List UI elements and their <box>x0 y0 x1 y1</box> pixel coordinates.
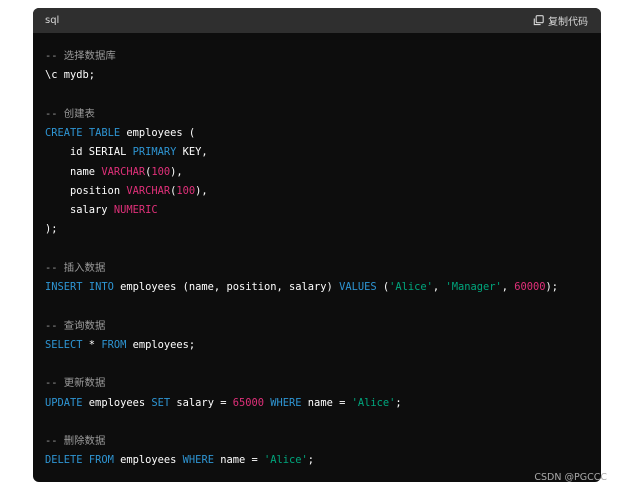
language-label: sql <box>45 15 60 26</box>
code-line: id SERIAL PRIMARY KEY, <box>45 143 589 162</box>
code-token-plain: * <box>82 338 102 351</box>
code-token-string: 'Alice' <box>389 281 433 293</box>
code-line: CREATE TABLE employees ( <box>45 124 589 143</box>
code-token-plain: KEY, <box>176 146 208 159</box>
code-token-plain: employees <box>82 396 152 409</box>
code-token-keyword: SET <box>151 396 171 409</box>
code-token-type: VARCHAR <box>126 184 171 197</box>
code-token-plain: name = <box>213 454 264 467</box>
copy-code-label: 复制代码 <box>548 17 588 28</box>
code-line: -- 选择数据库 <box>45 47 589 66</box>
code-token-plain: ); <box>545 281 559 293</box>
code-token-plain: employees; <box>126 338 196 351</box>
code-token-type: NUMERIC <box>113 204 158 216</box>
code-token-string: 'Alice' <box>264 454 308 467</box>
code-token-keyword: CREATE <box>45 127 83 139</box>
code-token-plain: id SERIAL <box>45 146 133 159</box>
code-token-comment: -- 更新数据 <box>45 377 106 390</box>
code-token-keyword: DELETE <box>45 454 83 467</box>
code-header: sql 复制代码 <box>33 8 601 33</box>
code-line: -- 创建表 <box>45 105 589 124</box>
code-token-plain: ), <box>170 165 183 178</box>
csdn-watermark: CSDN @PGCCC <box>534 472 607 483</box>
code-token-plain: ( <box>376 281 390 293</box>
code-line: \c mydb; <box>45 66 589 85</box>
code-line: -- 删除数据 <box>45 432 589 451</box>
code-token-comment: -- 删除数据 <box>45 435 106 447</box>
code-token-plain: \c mydb; <box>45 69 96 82</box>
code-token-plain: employees ( <box>120 127 196 139</box>
code-line: INSERT INTO employees (name, position, s… <box>45 278 589 297</box>
code-token-plain: ; <box>307 454 315 467</box>
code-token-keyword: FROM <box>101 338 127 351</box>
code-token-keyword: INTO <box>88 281 114 293</box>
code-line: -- 插入数据 <box>45 259 589 278</box>
code-token-number: 100 <box>176 184 196 197</box>
code-token-comment: -- 创建表 <box>45 107 95 120</box>
code-token-keyword: UPDATE <box>45 396 83 409</box>
code-token-plain: name = <box>301 396 352 409</box>
code-line: -- 查询数据 <box>45 317 589 336</box>
code-token-plain: ); <box>45 223 58 236</box>
code-token-plain: ; <box>395 396 402 409</box>
code-token-keyword: WHERE <box>182 454 214 467</box>
code-line: DELETE FROM employees WHERE name = 'Alic… <box>45 451 589 470</box>
code-line: UPDATE employees SET salary = 65000 WHER… <box>45 394 589 413</box>
code-token-number: 65000 <box>232 396 264 409</box>
code-token-plain: salary = <box>170 396 233 409</box>
code-line: position VARCHAR(100), <box>45 182 589 201</box>
code-token-plain: ), <box>195 184 208 197</box>
code-token-comment: -- 查询数据 <box>45 319 106 332</box>
code-token-keyword: SELECT <box>45 338 83 351</box>
code-token-plain: employees (name, position, salary) <box>113 281 340 293</box>
code-line: salary NUMERIC <box>45 201 589 220</box>
code-token-comment: -- 选择数据库 <box>45 50 116 62</box>
code-token-plain: , <box>501 281 515 293</box>
code-token-keyword: INSERT <box>45 281 83 293</box>
copy-icon <box>533 15 544 26</box>
code-token-keyword: TABLE <box>88 127 121 139</box>
code-token-plain: salary <box>45 204 114 216</box>
code-content[interactable]: -- 选择数据库 \c mydb; -- 创建表 CREATE TABLE emplo… <box>33 33 601 471</box>
code-line: SELECT * FROM employees; <box>45 336 589 355</box>
code-token-number: 60000 <box>514 281 546 293</box>
code-token-plain: , <box>432 281 446 293</box>
code-line: ); <box>45 220 589 239</box>
code-block: sql 复制代码 -- 选择数据库 \c mydb; -- 创建表 CREATE TA… <box>33 8 601 482</box>
code-token-number: 100 <box>151 165 171 178</box>
code-line: name VARCHAR(100), <box>45 163 589 182</box>
code-token-plain: position <box>45 184 127 197</box>
code-token-keyword: WHERE <box>270 396 302 409</box>
code-token-keyword: PRIMARY <box>132 146 177 159</box>
code-token-plain: employees <box>113 454 183 467</box>
code-line: -- 更新数据 <box>45 374 589 393</box>
code-token-string: 'Manager' <box>445 281 502 293</box>
code-token-plain: name <box>45 165 102 178</box>
code-token-type: VARCHAR <box>101 165 146 178</box>
copy-code-button[interactable]: 复制代码 <box>533 13 588 28</box>
code-token-keyword: VALUES <box>339 281 377 293</box>
code-token-keyword: FROM <box>88 454 114 467</box>
code-token-string: 'Alice' <box>351 396 396 409</box>
code-token-comment: -- 插入数据 <box>45 261 106 274</box>
